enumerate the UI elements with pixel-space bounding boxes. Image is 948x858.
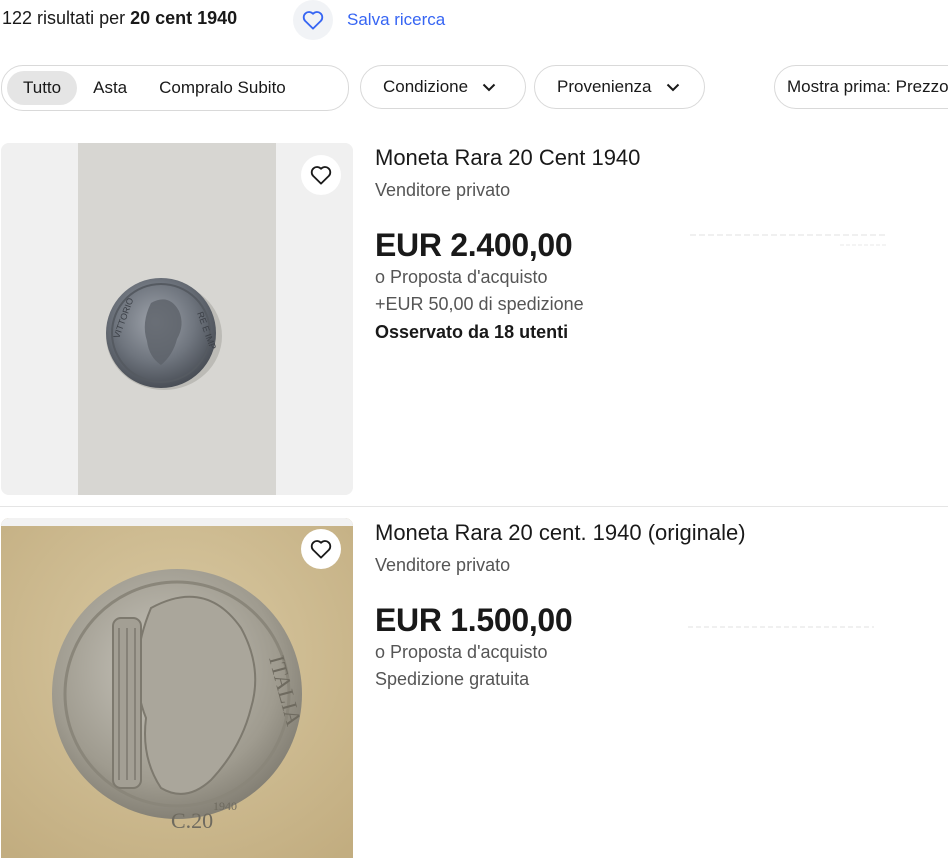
sort-dropdown[interactable]: Mostra prima: Prezzo <box>774 65 948 109</box>
heart-outline-icon <box>310 540 332 559</box>
favorite-button[interactable] <box>301 155 341 195</box>
seller-type: Venditore privato <box>375 555 511 575</box>
watchers-count: Osservato da 18 utenti <box>375 322 569 342</box>
filter-bar: Tutto Asta Compralo Subito Condizione Pr… <box>0 65 948 111</box>
shipping-cost: Spedizione gratuita <box>375 669 530 689</box>
best-offer-text: o Proposta d'acquisto <box>375 267 548 287</box>
seller-type: Venditore privato <box>375 180 511 200</box>
faded-text-artifact <box>690 234 886 246</box>
listing-price: EUR 1.500,00 <box>375 602 573 638</box>
tab-buy-now[interactable]: Compralo Subito <box>143 71 302 105</box>
origin-filter[interactable]: Provenienza <box>534 65 705 109</box>
result-number: 122 <box>2 8 33 28</box>
listing-price: EUR 2.400,00 <box>375 227 573 263</box>
listing-image[interactable]: ITALIA C.20 1940 <box>1 518 353 858</box>
coin-photo: ITALIA C.20 1940 <box>1 518 353 858</box>
result-label: risultati per <box>32 8 131 28</box>
listing-type-tabs: Tutto Asta Compralo Subito <box>1 65 349 111</box>
result-count: 122 risultati per 20 cent 1940 <box>2 8 237 29</box>
results-header: 122 risultati per 20 cent 1940 Salva ric… <box>0 0 948 40</box>
chevron-down-icon <box>482 83 496 92</box>
svg-text:1940: 1940 <box>213 799 237 813</box>
search-query: 20 cent 1940 <box>130 8 238 28</box>
chevron-down-icon <box>666 83 680 92</box>
listing-divider <box>0 506 948 507</box>
save-search-button[interactable]: Salva ricerca <box>293 0 445 40</box>
sort-label: Mostra prima: Prezzo <box>787 77 948 96</box>
faded-text-artifact <box>688 626 874 628</box>
listing-title[interactable]: Moneta Rara 20 cent. 1940 (originale) <box>375 520 746 546</box>
favorite-button[interactable] <box>301 529 341 569</box>
listing-image[interactable]: VITTORIO RE E IMP <box>1 143 353 495</box>
tab-all[interactable]: Tutto <box>7 71 78 105</box>
origin-filter-label: Provenienza <box>557 77 652 96</box>
condition-filter-label: Condizione <box>383 77 469 96</box>
heart-outline-icon[interactable] <box>293 0 333 40</box>
coin-photo: VITTORIO RE E IMP <box>1 143 353 495</box>
svg-text:C.20: C.20 <box>171 808 213 833</box>
best-offer-text: o Proposta d'acquisto <box>375 642 548 662</box>
listing-item: ITALIA C.20 1940 Moneta Rara 20 cent. 19… <box>0 518 948 858</box>
shipping-cost: +EUR 50,00 di spedizione <box>375 294 584 314</box>
listing-item: VITTORIO RE E IMP Moneta Rara 20 Cent 19… <box>0 143 948 495</box>
heart-outline-icon <box>310 166 332 185</box>
listing-title[interactable]: Moneta Rara 20 Cent 1940 <box>375 145 640 171</box>
save-search-label[interactable]: Salva ricerca <box>347 10 445 30</box>
tab-auction[interactable]: Asta <box>77 71 143 105</box>
condition-filter[interactable]: Condizione <box>360 65 526 109</box>
